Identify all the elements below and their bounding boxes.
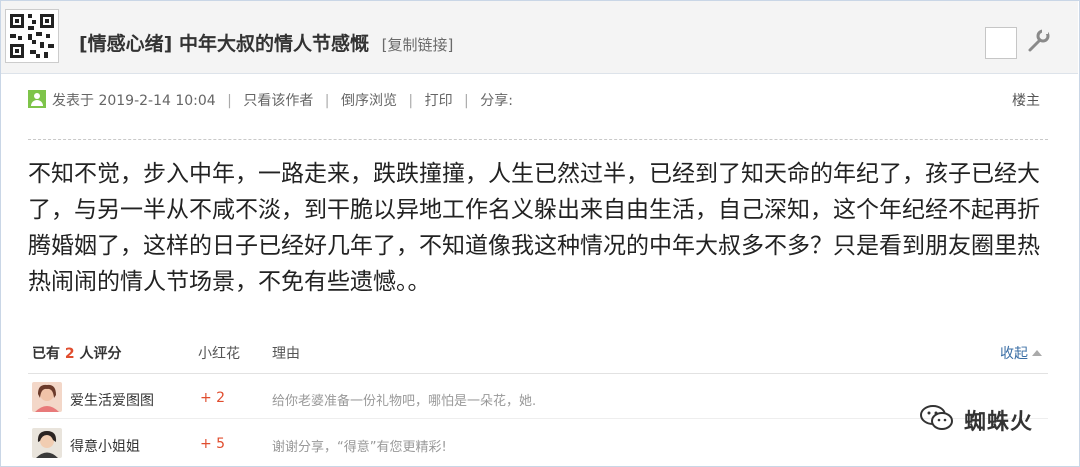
column-reason: 理由 — [272, 346, 300, 362]
reverse-browse-link[interactable]: 倒序浏览 — [341, 93, 397, 109]
ratings-header: 已有 2 人评分 小红花 理由 收起 — [28, 333, 1048, 374]
post-body-text: 不知不觉，步入中年，一路走来，跌跌撞撞，人生已然过半，已经到了知天命的年纪了，孩… — [28, 161, 1040, 295]
wrench-icon[interactable] — [1025, 28, 1051, 54]
separator: | — [324, 93, 330, 109]
rater-name[interactable]: 得意小姐姐 — [70, 436, 140, 456]
collapse-button[interactable]: 收起 — [1000, 343, 1042, 363]
post-meta: 发表于 2019-2-14 10:04 | 只看该作者 | 倒序浏览 | 打印 … — [28, 90, 1048, 114]
thread-category[interactable]: [情感心绪] — [79, 33, 172, 55]
posted-prefix: 发表于 — [52, 93, 94, 109]
column-flower: 小红花 — [198, 346, 240, 362]
copy-link-button[interactable]: [复制链接] — [382, 36, 454, 54]
avatar[interactable] — [32, 382, 62, 412]
floor-label: 楼主 — [1012, 93, 1040, 109]
thread-title-text: 中年大叔的情人节感慨 — [179, 33, 370, 55]
rater-score: + 5 — [200, 436, 226, 452]
thread-title-row: [情感心绪] 中年大叔的情人节感慨 [复制链接] — [79, 29, 453, 55]
ratings-count-number: 2 — [64, 346, 75, 362]
rater-name[interactable]: 爱生活爱图图 — [70, 390, 154, 410]
thread-title[interactable]: [情感心绪] 中年大叔的情人节感慨 — [79, 33, 376, 55]
ratings-count: 已有 2 人评分 — [32, 343, 122, 363]
chevron-up-icon — [1032, 350, 1042, 356]
avatar[interactable] — [32, 428, 62, 458]
wechat-icon — [920, 404, 954, 432]
qr-code-icon[interactable] — [5, 9, 59, 63]
watermark: 蜘蛛火 — [920, 398, 1060, 438]
separator: | — [227, 93, 232, 109]
ratings-count-prefix: 已有 — [32, 346, 60, 362]
rater-score: + 2 — [200, 390, 226, 406]
rater-reason: 谢谢分享，“得意”有您更精彩! — [272, 440, 447, 455]
user-online-icon — [28, 90, 46, 108]
ratings-count-suffix: 人评分 — [79, 346, 122, 362]
rating-row: 爱生活爱图图 + 2 给你老婆准备一份礼物吧，哪怕是一朵花，她. — [28, 378, 1048, 419]
post-body: 不知不觉，步入中年，一路走来，跌跌撞撞，人生已然过半，已经到了知天命的年纪了，孩… — [28, 156, 1058, 300]
rater-reason: 给你老婆准备一份礼物吧，哪怕是一朵花，她. — [272, 394, 537, 409]
divider — [28, 139, 1048, 140]
watermark-text: 蜘蛛火 — [964, 410, 1034, 435]
collapse-label: 收起 — [1000, 346, 1028, 362]
print-link[interactable]: 打印 — [425, 93, 453, 109]
posted-time: 2019-2-14 10:04 — [98, 93, 216, 109]
separator: | — [408, 93, 414, 109]
thread-header: [情感心绪] 中年大叔的情人节感慨 [复制链接] — [1, 1, 1078, 74]
share-label: 分享: — [480, 93, 513, 109]
only-author-link[interactable]: 只看该作者 — [243, 93, 313, 109]
separator: | — [464, 93, 469, 109]
select-checkbox[interactable] — [985, 27, 1017, 59]
rating-row: 得意小姐姐 + 5 谢谢分享，“得意”有您更精彩! — [28, 424, 1048, 464]
